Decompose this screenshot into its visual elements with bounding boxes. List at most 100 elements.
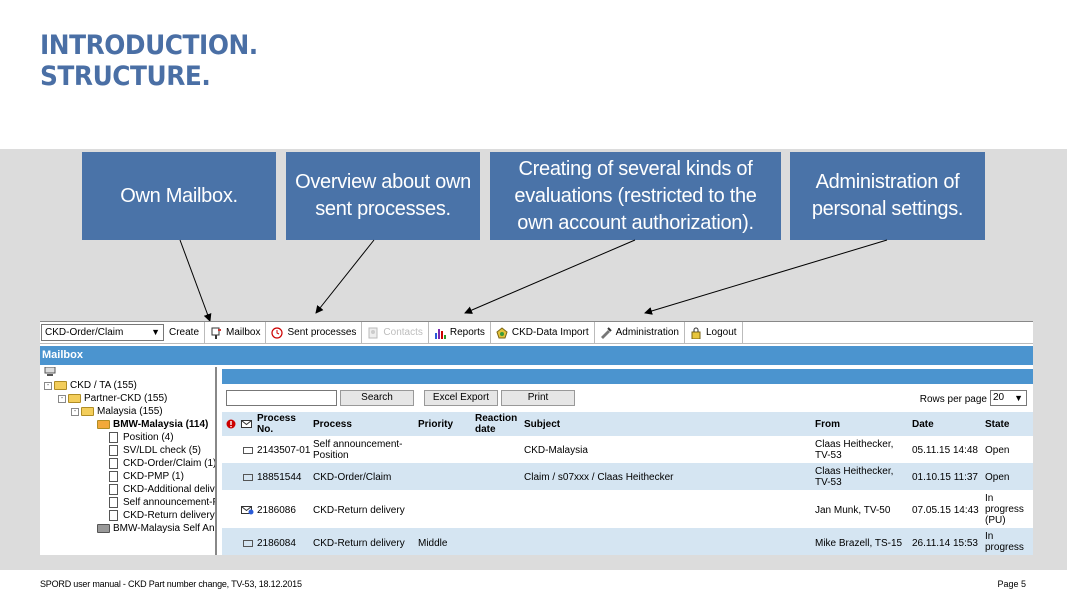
search-input[interactable] xyxy=(226,390,337,406)
cell-date: 05.11.15 14:48 xyxy=(912,445,978,456)
cell-priority: Middle xyxy=(418,538,448,549)
bar-chart-icon xyxy=(434,328,446,339)
cell-from: Jan Munk, TV-50 xyxy=(815,505,891,516)
envelope-open-icon xyxy=(243,540,253,547)
header-process[interactable]: Process xyxy=(313,419,352,430)
callout-administration: Administration of personal settings. xyxy=(790,152,985,240)
tree-item-label: Partner-CKD (155) xyxy=(84,393,168,404)
document-icon xyxy=(109,471,118,482)
menu-mailbox[interactable]: Mailbox xyxy=(205,322,267,343)
folder-icon xyxy=(68,394,81,403)
cell-state: Open xyxy=(985,445,1010,456)
chevron-down-icon: ▼ xyxy=(151,327,160,337)
tools-icon xyxy=(600,326,612,339)
excel-export-button[interactable]: Excel Export xyxy=(424,390,498,406)
menu-logout[interactable]: Logout xyxy=(685,322,743,343)
header-subject[interactable]: Subject xyxy=(524,419,560,430)
document-icon xyxy=(109,497,118,508)
table-row[interactable]: 2186086 CKD-Return delivery Jan Munk, TV… xyxy=(222,491,1033,527)
page-number: Page 5 xyxy=(997,579,1026,589)
header-date[interactable]: Date xyxy=(912,419,934,430)
clock-icon xyxy=(271,326,284,339)
tree-item[interactable]: - CKD / TA (155) xyxy=(44,379,137,392)
menu-contacts-label: Contacts xyxy=(383,327,423,338)
table-header: Process No. Process Priority Reaction da… xyxy=(222,412,1033,436)
tree-item[interactable]: CKD-Return delivery xyxy=(109,509,215,522)
menu-sent-label: Sent processes xyxy=(287,327,357,338)
tree-item[interactable]: SV/LDL check (5) xyxy=(109,444,201,457)
collapse-icon: - xyxy=(44,381,52,390)
process-type-select[interactable]: CKD-Order/Claim ▼ xyxy=(41,324,164,341)
header-reaction-date[interactable]: Reaction date xyxy=(475,413,519,435)
tree-item[interactable]: CKD-PMP (1) xyxy=(109,470,184,483)
tree-item-label: CKD-Order/Claim (1) xyxy=(123,458,217,469)
tree-item-selected[interactable]: BMW-Malaysia (114) xyxy=(97,418,208,431)
tree-item[interactable]: CKD-Order/Claim (1) xyxy=(109,457,217,470)
create-label: Create xyxy=(169,327,200,338)
document-icon xyxy=(109,432,118,443)
cell-from: Claas Heithecker, TV-53 xyxy=(815,439,894,461)
document-icon xyxy=(109,510,118,521)
tree-item-label: CKD / TA (155) xyxy=(70,380,137,391)
menu-reports[interactable]: Reports xyxy=(429,322,491,343)
menu-sent-processes[interactable]: Sent processes xyxy=(266,322,363,343)
tree-item-label: CKD-PMP (1) xyxy=(123,471,184,482)
cell-process: Self announcement-Position xyxy=(313,439,403,461)
table-row[interactable]: 2186084 CKD-Return delivery Middle Mike … xyxy=(222,528,1033,555)
cell-from: Mike Brazell, TS-15 xyxy=(815,538,903,549)
menu-contacts[interactable]: Contacts xyxy=(362,322,429,343)
menu-data-import[interactable]: CKD-Data Import xyxy=(491,322,595,343)
cell-state: In progress xyxy=(985,531,1024,553)
collapse-icon: - xyxy=(71,407,79,416)
menu-administration[interactable]: Administration xyxy=(595,322,685,343)
cell-subject: CKD-Malaysia xyxy=(524,445,588,456)
table-row[interactable]: 2143507-01 Self announcement-Position CK… xyxy=(222,436,1033,462)
mailbox-icon xyxy=(211,327,222,339)
cell-process: CKD-Return delivery xyxy=(313,538,405,549)
tree-item[interactable]: Position (4) xyxy=(109,431,174,444)
table-row[interactable]: 18851544 CKD-Order/Claim Claim / s07xxx … xyxy=(222,463,1033,490)
tree-item-label: CKD-Return delivery xyxy=(123,510,215,521)
menu-admin-label: Administration xyxy=(615,327,679,338)
cell-from: Claas Heithecker, TV-53 xyxy=(815,466,894,488)
rows-per-page-select[interactable]: 20 ▼ xyxy=(990,390,1027,406)
header-process-no[interactable]: Process No. xyxy=(257,413,307,435)
app-screenshot: CKD-Order/Claim ▼ Create Mailbox Sent pr… xyxy=(40,321,1033,555)
header-state[interactable]: State xyxy=(985,419,1009,430)
computer-icon xyxy=(44,367,56,376)
folder-tree: - CKD / TA (155) - Partner-CKD (155) - Mala… xyxy=(40,367,217,555)
tree-item-label: SV/LDL check (5) xyxy=(123,445,201,456)
callout-mailbox: Own Mailbox. xyxy=(82,152,276,240)
title-line-1: INTRODUCTION. xyxy=(40,30,258,61)
tree-item[interactable]: BMW-Malaysia Self Ann xyxy=(97,522,217,535)
cell-subject: Claim / s07xxx / Claas Heithecker xyxy=(524,472,674,483)
lock-icon xyxy=(691,327,701,339)
header-from[interactable]: From xyxy=(815,419,840,430)
tree-item[interactable]: CKD-Additional delive xyxy=(109,483,215,496)
header-priority[interactable]: Priority xyxy=(418,419,453,430)
tree-item[interactable]: - Malaysia (155) xyxy=(71,405,163,418)
tree-item-label: Malaysia (155) xyxy=(97,406,163,417)
envelope-open-icon xyxy=(243,447,253,454)
mailbox-header: Mailbox xyxy=(40,346,1033,365)
cell-state: In progress (PU) xyxy=(985,493,1024,526)
rows-per-page-label: Rows per page xyxy=(919,394,987,405)
process-list-panel: Search Excel Export Print Rows per page … xyxy=(222,369,1033,555)
search-button[interactable]: Search xyxy=(340,390,414,406)
cell-date: 01.10.15 11:37 xyxy=(912,472,978,483)
tree-item[interactable]: - Partner-CKD (155) xyxy=(58,392,167,405)
process-type-value: CKD-Order/Claim xyxy=(45,327,124,338)
toolbar: CKD-Order/Claim ▼ Create Mailbox Sent pr… xyxy=(40,321,1033,344)
tree-item-label: BMW-Malaysia Self Ann xyxy=(113,523,217,534)
cell-process-no: 2186084 xyxy=(257,538,296,549)
tree-item-label: BMW-Malaysia (114) xyxy=(113,419,209,430)
create-button[interactable]: Create xyxy=(164,322,206,343)
document-icon xyxy=(109,484,118,495)
print-button[interactable]: Print xyxy=(501,390,575,406)
cell-state: Open xyxy=(985,472,1010,483)
envelope-icon xyxy=(241,420,252,428)
cell-process-no: 2186086 xyxy=(257,505,296,516)
cell-process-no: 18851544 xyxy=(257,472,302,483)
tree-item[interactable]: Self announcement-F xyxy=(109,496,215,509)
menu-mailbox-label: Mailbox xyxy=(226,327,261,338)
